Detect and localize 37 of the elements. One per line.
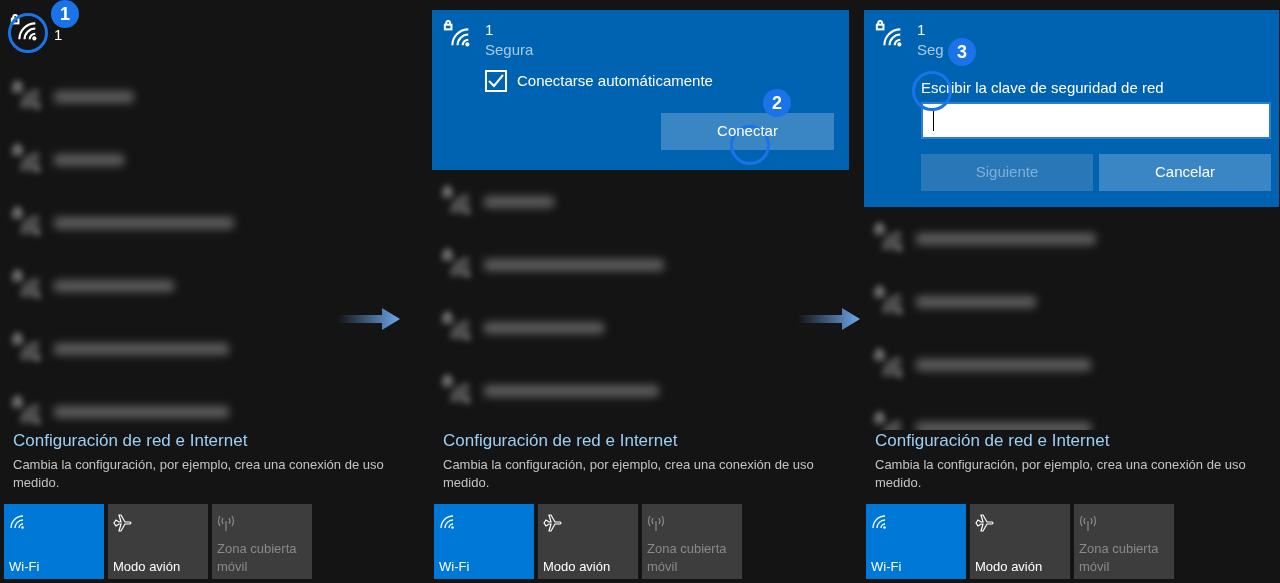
quick-action-tile[interactable]: Wi-Fi (4, 504, 104, 579)
quick-action-tile[interactable]: Modo avión (970, 504, 1070, 579)
airplane-icon (975, 514, 995, 532)
wifi-icon (439, 514, 455, 530)
step-badge: 1 (51, 0, 79, 28)
settings-description: Cambia la configuración, por ejemplo, crea una conexión de uso medido. (13, 456, 385, 492)
network-name: 1 (485, 20, 495, 40)
settings-link[interactable]: Configuración de red e Internet (443, 430, 849, 452)
settings-description: Cambia la configuración, por ejemplo, crea una conexión de uso medido. (443, 456, 815, 492)
blurred-label-bar (54, 153, 124, 166)
quick-action-tile[interactable]: Wi-Fi (866, 504, 966, 579)
settings-link[interactable]: Configuración de red e Internet (875, 430, 1267, 452)
flyout-button[interactable]: Cancelar (1099, 154, 1271, 191)
blurred-label-bar (484, 195, 554, 208)
quick-action-tile[interactable]: Modo avión (108, 504, 208, 579)
flyout-button[interactable]: Conectar (661, 112, 834, 150)
network-status: Segura (485, 40, 534, 60)
quick-action-tile[interactable]: Modo avión (538, 504, 638, 579)
highlight-ring (8, 13, 48, 53)
network-name: 1 (917, 20, 927, 40)
checkbox-label: Conectarse automáticamente (517, 71, 713, 91)
airplane-icon (113, 514, 133, 532)
password-field[interactable] (921, 102, 1271, 139)
settings-description: Cambia la configuración, por ejemplo, crea una conexión de uso medido. (875, 456, 1247, 492)
checkbox[interactable] (485, 70, 507, 93)
airplane-icon (543, 514, 563, 532)
field-label: Escribir la clave de seguridad de red (921, 78, 1165, 98)
wifi-icon (871, 514, 887, 530)
network-status: Seg (917, 40, 944, 60)
right-arrow-icon (798, 308, 860, 330)
quick-action-tile[interactable]: Wi-Fi (434, 504, 534, 579)
antenna-icon (217, 514, 235, 532)
antenna-icon (647, 514, 665, 532)
right-arrow-icon (338, 308, 400, 330)
settings-link[interactable]: Configuración de red e Internet (13, 430, 417, 452)
wifi-icon (9, 514, 25, 530)
antenna-icon (1079, 514, 1097, 532)
